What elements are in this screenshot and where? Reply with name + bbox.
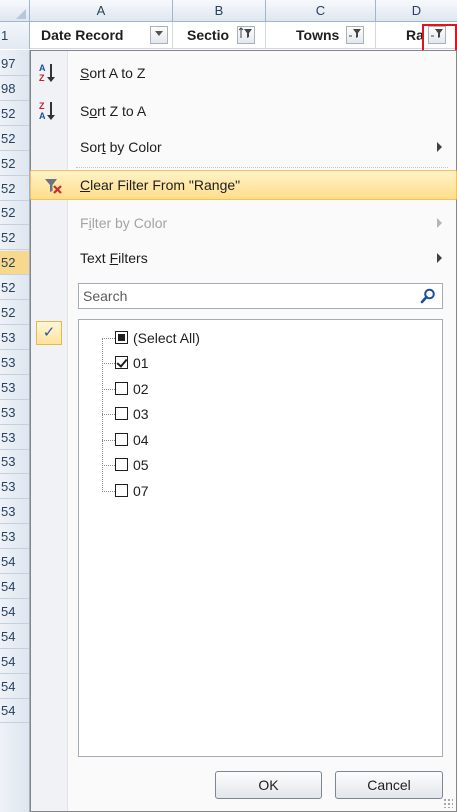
menu-item-sort-a-to-z[interactable]: AZ Sort A to Z bbox=[31, 59, 456, 89]
row-number[interactable]: 54 bbox=[0, 699, 29, 724]
chevron-right-icon bbox=[437, 253, 442, 263]
header-label: Date Record bbox=[41, 27, 124, 43]
list-item[interactable]: 03 bbox=[79, 402, 439, 428]
list-item-label: 03 bbox=[133, 406, 149, 422]
list-item-label: 02 bbox=[133, 381, 149, 397]
sort-ascending-icon: AZ bbox=[39, 62, 63, 86]
list-item[interactable]: 07 bbox=[79, 479, 439, 505]
row-number[interactable]: 52 bbox=[0, 201, 29, 226]
row-number[interactable]: 53 bbox=[0, 450, 29, 475]
row-number[interactable]: 52 bbox=[0, 177, 29, 201]
list-item-label: 01 bbox=[133, 355, 149, 371]
list-item[interactable]: 04 bbox=[79, 428, 439, 454]
row-number[interactable]: 98 bbox=[0, 77, 29, 101]
row-number[interactable]: 53 bbox=[0, 376, 29, 400]
row-number[interactable]: 53 bbox=[0, 475, 29, 500]
list-item-label: (Select All) bbox=[133, 330, 200, 346]
menu-item-clear-filter[interactable]: Clear Filter From "Range" bbox=[30, 170, 457, 200]
table-header-row: 1 Date Record Sectio Towns Ra bbox=[0, 22, 457, 49]
list-item[interactable]: 02 bbox=[79, 377, 439, 403]
magnifier-icon[interactable] bbox=[420, 288, 436, 304]
menu-item-sort-by-color[interactable]: Sort by Color bbox=[31, 133, 456, 163]
value-checkbox[interactable] bbox=[115, 356, 128, 369]
row-number[interactable]: 52 bbox=[0, 102, 29, 126]
search-input[interactable] bbox=[79, 284, 409, 308]
value-checkbox[interactable] bbox=[115, 458, 128, 471]
row-number[interactable]: 54 bbox=[0, 550, 29, 574]
header-cell-section[interactable]: Sectio bbox=[173, 22, 266, 49]
filter-values-list[interactable]: (Select All) 01 02 03 04 05 07 bbox=[78, 319, 443, 757]
menu-item-label: Filter by Color bbox=[80, 215, 168, 231]
header-cell-date-record[interactable]: Date Record bbox=[30, 22, 173, 49]
value-checkbox[interactable] bbox=[115, 382, 128, 395]
ok-button[interactable]: OK bbox=[215, 771, 322, 799]
menu-item-label: Text Filters bbox=[80, 250, 148, 266]
list-item[interactable]: 05 bbox=[79, 453, 439, 479]
check-indicator-icon: ✓ bbox=[36, 321, 62, 345]
header-cell-towns[interactable]: Towns bbox=[266, 22, 376, 49]
search-box[interactable] bbox=[78, 283, 443, 309]
menu-separator bbox=[76, 167, 448, 168]
value-checkbox[interactable] bbox=[115, 484, 128, 497]
row-number[interactable]: 53 bbox=[0, 401, 29, 425]
clear-filter-icon bbox=[43, 177, 63, 195]
row-number[interactable]: 53 bbox=[0, 500, 29, 525]
row-number[interactable]: 54 bbox=[0, 675, 29, 699]
resize-grip-icon[interactable] bbox=[443, 798, 453, 808]
row-number[interactable]: 53 bbox=[0, 326, 29, 350]
corner-triangle-icon bbox=[16, 9, 26, 19]
list-item-label: 05 bbox=[133, 457, 149, 473]
row-number[interactable]: 52 bbox=[0, 226, 29, 251]
row-number[interactable]: 52 bbox=[0, 127, 29, 151]
menu-item-filter-by-color: Filter by Color bbox=[31, 209, 456, 239]
column-header-bar: A B C D bbox=[0, 0, 457, 22]
value-checkbox[interactable] bbox=[115, 433, 128, 446]
menu-item-label: Sort by Color bbox=[80, 139, 162, 155]
filter-dropdown-icon[interactable] bbox=[150, 26, 168, 44]
row-number[interactable]: 97 bbox=[0, 52, 29, 76]
menu-item-label: Clear Filter From "Range" bbox=[80, 177, 241, 193]
row-number[interactable]: 53 bbox=[0, 351, 29, 375]
column-header-d[interactable]: D bbox=[376, 0, 457, 22]
autofilter-dropdown: AZ Sort A to Z ZA Sort Z to A Sort by Co… bbox=[30, 50, 457, 812]
menu-item-label: Sort Z to A bbox=[80, 103, 147, 119]
row-number[interactable]: 1 bbox=[0, 22, 30, 49]
filter-applied-icon[interactable] bbox=[346, 26, 364, 44]
row-number-strip: 97 98 52 52 52 52 52 52 52 52 52 53 53 53 53 53 53 53 53 53… bbox=[0, 50, 30, 812]
value-checkbox[interactable] bbox=[115, 407, 128, 420]
header-label: Towns bbox=[296, 27, 340, 43]
list-item[interactable]: 01 bbox=[79, 351, 439, 377]
menu-item-text-filters[interactable]: Text Filters bbox=[31, 244, 456, 274]
row-number[interactable]: 54 bbox=[0, 575, 29, 599]
row-number[interactable]: 52 bbox=[0, 276, 29, 301]
cancel-button[interactable]: Cancel bbox=[335, 771, 443, 799]
menu-item-sort-z-to-a[interactable]: ZA Sort Z to A bbox=[31, 97, 456, 127]
row-number[interactable]: 52 bbox=[0, 251, 29, 276]
select-all-checkbox[interactable] bbox=[115, 331, 128, 344]
column-header-c[interactable]: C bbox=[266, 0, 376, 22]
row-number[interactable]: 54 bbox=[0, 625, 29, 649]
row-number[interactable]: 53 bbox=[0, 426, 29, 450]
header-label: Sectio bbox=[187, 27, 230, 43]
menu-icon-gutter bbox=[31, 51, 68, 811]
list-item-select-all[interactable]: (Select All) bbox=[79, 326, 439, 352]
column-header-b[interactable]: B bbox=[173, 0, 266, 22]
row-number[interactable]: 53 bbox=[0, 525, 29, 550]
row-number[interactable]: 52 bbox=[0, 301, 29, 325]
row-number[interactable]: 52 bbox=[0, 152, 29, 176]
list-item-label: 07 bbox=[133, 483, 149, 499]
column-header-a[interactable]: A bbox=[30, 0, 173, 22]
select-all-corner[interactable] bbox=[0, 0, 30, 22]
list-item-label: 04 bbox=[133, 432, 149, 448]
row-number[interactable]: 54 bbox=[0, 600, 29, 624]
sort-descending-icon: ZA bbox=[39, 100, 63, 124]
menu-item-label: Sort A to Z bbox=[80, 65, 146, 81]
filter-sort-icon[interactable] bbox=[237, 26, 255, 44]
chevron-right-icon bbox=[437, 142, 442, 152]
chevron-right-icon bbox=[437, 218, 442, 228]
row-number[interactable]: 54 bbox=[0, 650, 29, 674]
